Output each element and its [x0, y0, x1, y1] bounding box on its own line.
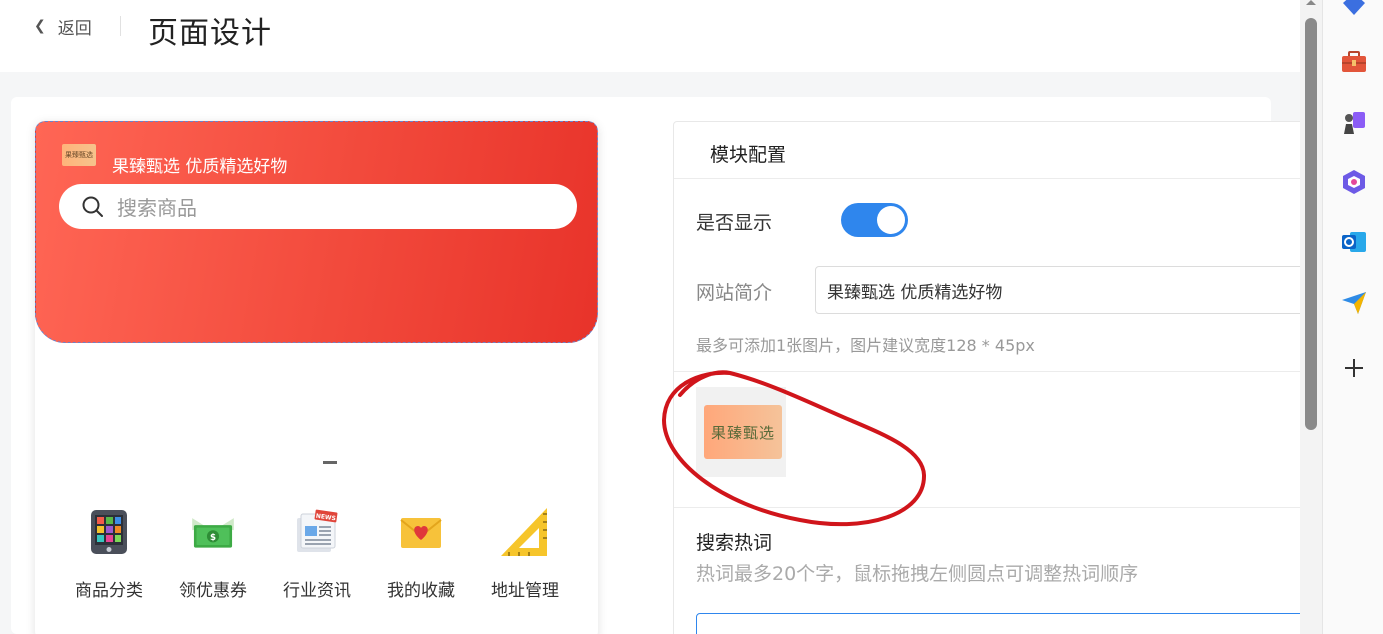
scroll-thumb[interactable]: [1305, 18, 1317, 430]
site-intro-label: 网站简介: [696, 282, 773, 304]
ruler-triangle-icon: [499, 506, 551, 558]
browser-sidebar: [1322, 0, 1383, 634]
site-intro-input[interactable]: [815, 266, 1335, 314]
outlook-icon[interactable]: [1340, 228, 1368, 256]
nav-label: 行业资讯: [283, 581, 351, 601]
back-button[interactable]: ❮ 返回: [34, 14, 92, 39]
copilot-icon[interactable]: [1340, 168, 1368, 196]
hot-words-title: 搜索热词: [696, 532, 773, 554]
config-title: 模块配置: [710, 144, 787, 166]
show-label: 是否显示: [696, 212, 773, 234]
show-toggle[interactable]: [841, 203, 908, 237]
heart-envelope-icon: [395, 506, 447, 558]
nav-label: 商品分类: [75, 581, 143, 601]
search-placeholder: 搜索商品: [117, 196, 197, 220]
preview-search-bar[interactable]: 搜索商品: [59, 184, 577, 229]
add-hot-word-button[interactable]: [696, 613, 1336, 634]
image-upload-thumbnail[interactable]: 果臻甄选: [696, 387, 786, 477]
nav-item-address[interactable]: 地址管理: [473, 506, 577, 601]
nav-item-coupon[interactable]: $ 领优惠券: [161, 506, 265, 601]
svg-text:$: $: [210, 533, 216, 543]
nav-label: 领优惠券: [179, 581, 247, 601]
image-hint: 最多可添加1张图片，图片建议宽度128 * 45px: [696, 336, 1035, 355]
plus-icon[interactable]: [1340, 354, 1368, 382]
page-title: 页面设计: [148, 16, 272, 51]
brand-logo: 果臻甄选: [62, 144, 96, 166]
divider: [674, 507, 1314, 508]
diamond-icon[interactable]: [1340, 0, 1368, 18]
quick-nav: 商品分类 $ 领优惠券 NEWS 行业资讯 我的收藏 地址管理: [57, 506, 577, 601]
scroll-up-arrow-icon[interactable]: [1306, 0, 1316, 5]
mobile-preview: 果臻甄选 果臻甄选 优质精选好物 搜索商品 商品分类 $ 领优惠券 NEWS 行…: [35, 121, 598, 634]
back-label: 返回: [57, 18, 92, 39]
logo-image: 果臻甄选: [704, 405, 782, 459]
divider: [674, 178, 1314, 179]
news-icon: NEWS: [291, 506, 343, 558]
module-config-panel: 模块配置 是否显示 网站简介 最多可添加1张图片，图片建议宽度128 * 45p…: [673, 121, 1336, 634]
search-icon: [82, 196, 103, 217]
chevron-left-icon: ❮: [34, 18, 46, 34]
nav-item-news[interactable]: NEWS 行业资讯: [265, 506, 369, 601]
nav-item-category[interactable]: 商品分类: [57, 506, 161, 601]
brand-text: 果臻甄选 优质精选好物: [112, 157, 288, 177]
carousel-indicator: [323, 461, 337, 464]
nav-label: 我的收藏: [387, 581, 455, 601]
toggle-knob: [877, 206, 905, 234]
nav-label: 地址管理: [491, 581, 559, 601]
chess-icon[interactable]: [1340, 108, 1368, 136]
tablet-icon: [83, 506, 135, 558]
hot-words-hint: 热词最多20个字，鼠标拖拽左侧圆点可调整热词顺序: [696, 563, 1139, 585]
send-icon[interactable]: [1340, 288, 1368, 316]
header-module[interactable]: 果臻甄选 果臻甄选 优质精选好物 搜索商品: [35, 121, 598, 343]
page-scrollbar[interactable]: [1300, 0, 1322, 634]
toolbox-icon[interactable]: [1340, 48, 1368, 76]
top-bar: ❮ 返回 页面设计: [0, 0, 1300, 72]
nav-item-favorites[interactable]: 我的收藏: [369, 506, 473, 601]
divider: [674, 371, 1314, 372]
coupon-icon: $: [187, 506, 239, 558]
header-divider: [120, 16, 121, 36]
